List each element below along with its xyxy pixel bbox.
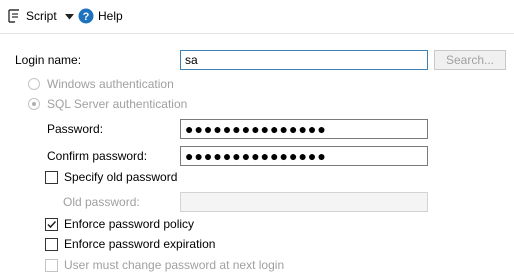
must-change-label: User must change password at next login: [64, 258, 285, 272]
help-button[interactable]: ? Help: [78, 8, 123, 24]
enforce-expiration-checkbox[interactable]: [45, 238, 58, 251]
help-label: Help: [98, 9, 123, 23]
script-button[interactable]: Script: [6, 8, 74, 24]
login-name-label: Login name:: [15, 53, 82, 67]
toolbar: Script ? Help: [0, 0, 514, 33]
confirm-password-label: Confirm password:: [47, 149, 148, 163]
toolbar-divider: [0, 33, 514, 34]
must-change-checkbox[interactable]: [45, 259, 58, 272]
old-password-label: Old password:: [63, 195, 140, 209]
checkmark-icon: [47, 220, 57, 229]
enforce-policy-label: Enforce password policy: [64, 217, 195, 231]
confirm-password-input[interactable]: ●●●●●●●●●●●●●●●: [180, 146, 428, 166]
login-name-input[interactable]: [180, 50, 428, 70]
chevron-down-icon[interactable]: [64, 9, 74, 23]
old-password-input[interactable]: [180, 192, 428, 212]
sql-auth-radio[interactable]: [28, 98, 40, 110]
enforce-expiration-label: Enforce password expiration: [64, 237, 216, 251]
windows-auth-label: Windows authentication: [47, 77, 174, 91]
specify-old-password-label: Specify old password: [64, 170, 178, 184]
password-label: Password:: [47, 122, 104, 136]
enforce-policy-checkbox[interactable]: [45, 218, 58, 231]
sql-auth-label: SQL Server authentication: [47, 97, 188, 111]
script-icon: [6, 8, 22, 24]
script-label: Script: [26, 9, 57, 23]
search-button[interactable]: Search...: [434, 50, 506, 70]
help-icon: ?: [78, 8, 94, 24]
svg-text:?: ?: [83, 11, 90, 23]
windows-auth-radio[interactable]: [28, 78, 40, 90]
specify-old-password-checkbox[interactable]: [45, 171, 58, 184]
password-input[interactable]: ●●●●●●●●●●●●●●●: [180, 119, 428, 139]
